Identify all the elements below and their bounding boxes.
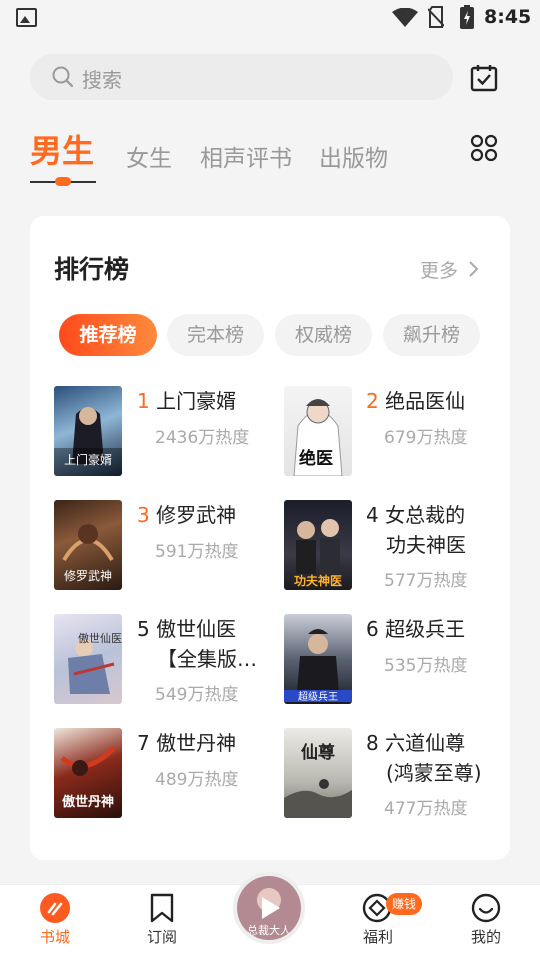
chip-completed[interactable]: 完本榜 [167, 314, 264, 356]
chip-recommended[interactable]: 推荐榜 [59, 314, 157, 356]
book-heat: 2436万热度 [155, 428, 250, 448]
book-title[interactable]: 3 修罗武神 [137, 500, 267, 530]
nav-mine[interactable]: 我的 [456, 926, 516, 947]
book-cover[interactable]: 傲世仙医 [54, 614, 122, 704]
cover-title: 超级兵王 [298, 690, 338, 703]
svg-text:总裁大人: 总裁大人 [247, 923, 291, 937]
book-heat: 535万热度 [384, 656, 468, 676]
cover-title: 仙尊 [301, 742, 335, 763]
book-title[interactable]: 1 上门豪婿 [137, 386, 267, 416]
book-heat: 591万热度 [155, 542, 239, 562]
nav-welfare[interactable]: 福利 [348, 926, 408, 947]
book-title[interactable]: 7 傲世丹神 [137, 728, 267, 758]
book-heat: 549万热度 [155, 685, 239, 705]
chip-rising[interactable]: 飙升榜 [383, 314, 480, 356]
gallery-notification-icon [16, 8, 37, 27]
ranking-title: 排行榜 [54, 255, 130, 284]
bookmark-icon[interactable] [149, 893, 175, 923]
play-icon [262, 897, 280, 919]
chevron-right-icon [469, 261, 479, 277]
book-title[interactable]: 5 傲世仙医 【全集版… [137, 614, 267, 674]
cover-title: 功夫神医 [294, 573, 342, 588]
book-heat: 477万热度 [384, 799, 468, 819]
nav-subscription[interactable]: 订阅 [132, 926, 192, 947]
tab-publications[interactable]: 出版物 [319, 139, 388, 173]
book-cover[interactable]: 功夫神医 [284, 500, 352, 590]
book-cover[interactable]: 仙尊 [284, 728, 352, 818]
tab-male[interactable]: 男生 [30, 126, 94, 172]
cover-title: 傲世丹神 [62, 794, 114, 810]
book-heat: 577万热度 [384, 571, 468, 591]
book-heat: 489万热度 [155, 770, 239, 790]
book-cover[interactable]: 绝医 [284, 386, 352, 476]
book-title[interactable]: 2 绝品医仙 [366, 386, 496, 416]
cover-title: 绝医 [299, 448, 333, 469]
clock: 8:45 [484, 6, 532, 28]
bookstore-icon[interactable] [40, 893, 70, 923]
status-bar: 8:45 [0, 0, 540, 36]
book-cover[interactable]: 修罗武神 [54, 500, 122, 590]
book-title[interactable]: 4 女总裁的 功夫神医 [366, 500, 496, 560]
book-cover[interactable]: 上门豪婿 [54, 386, 122, 476]
book-heat: 679万热度 [384, 428, 468, 448]
book-title[interactable]: 8 六道仙尊 (鸿蒙至尊) [366, 728, 496, 788]
nav-bookstore[interactable]: 书城 [25, 926, 85, 947]
wifi-icon [392, 8, 418, 27]
search-placeholder: 搜索 [82, 68, 122, 92]
category-grid-icon[interactable] [470, 134, 498, 162]
audio-player-button[interactable]: 总裁大人 [233, 872, 305, 944]
cover-title: 修罗武神 [64, 568, 112, 583]
profile-icon[interactable] [471, 893, 501, 923]
chip-authority[interactable]: 权威榜 [275, 314, 372, 356]
more-link[interactable]: 更多 [420, 256, 458, 283]
book-cover[interactable]: 傲世丹神 [54, 728, 122, 818]
cover-title: 傲世仙医 [78, 631, 122, 645]
tab-female[interactable]: 女生 [126, 139, 172, 173]
search-icon [52, 66, 74, 88]
tab-indicator-dot [55, 177, 71, 186]
earn-money-badge: 赚钱 [386, 893, 423, 915]
no-sim-icon [428, 6, 444, 28]
tab-crosstalk[interactable]: 相声评书 [200, 139, 292, 173]
cover-title: 上门豪婿 [64, 452, 112, 467]
checkin-calendar-icon[interactable] [470, 64, 498, 92]
book-cover[interactable]: 超级兵王 [284, 614, 352, 704]
book-title[interactable]: 6 超级兵王 [366, 614, 496, 644]
battery-charging-icon [460, 5, 474, 29]
